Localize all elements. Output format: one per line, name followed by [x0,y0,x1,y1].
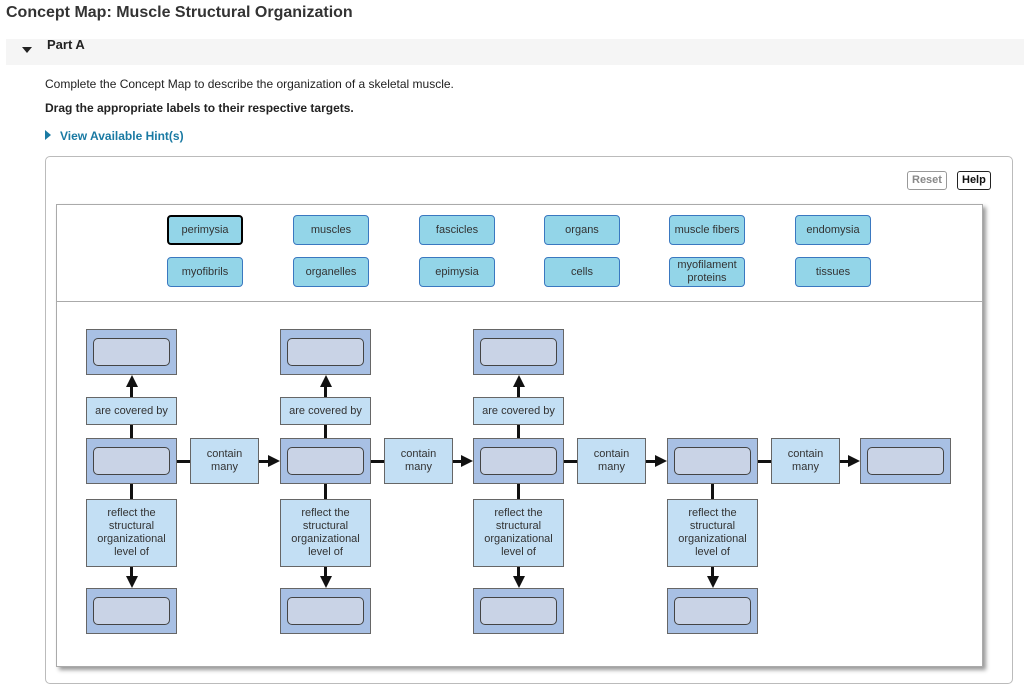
arrow-right-icon [655,455,667,467]
link-contain-many: contain many [577,438,646,484]
connector-line [324,425,327,438]
target-bottom-4[interactable] [667,588,758,634]
draggable-label[interactable]: organs [544,215,620,245]
target-middle-4[interactable] [667,438,758,484]
target-middle-2[interactable] [280,438,371,484]
draggable-label[interactable]: fascicles [419,215,495,245]
draggable-label[interactable]: organelles [293,257,369,287]
arrow-up-icon [125,375,138,387]
arrow-right-icon [461,455,473,467]
label-bank-divider [56,301,982,302]
target-top-2[interactable] [280,329,371,375]
target-bottom-1[interactable] [86,588,177,634]
connector-line [517,484,520,499]
target-middle-5[interactable] [860,438,951,484]
link-reflect: reflect the structural organizational le… [280,499,371,567]
drop-slot[interactable] [480,338,557,366]
link-reflect: reflect the structural organizational le… [86,499,177,567]
arrow-up-icon [319,375,332,387]
draggable-label[interactable]: myofilament proteins [669,257,745,287]
draggable-label[interactable]: epimysia [419,257,495,287]
drop-slot[interactable] [93,338,170,366]
arrow-right-icon [268,455,280,467]
connector-line [564,460,577,463]
drop-slot[interactable] [674,597,751,625]
target-bottom-2[interactable] [280,588,371,634]
draggable-label[interactable]: cells [544,257,620,287]
arrow-right-icon [848,455,860,467]
target-bottom-3[interactable] [473,588,564,634]
link-contain-many: contain many [384,438,453,484]
draggable-label[interactable]: muscle fibers [669,215,745,245]
connector-line [758,460,771,463]
link-contain-many: contain many [771,438,840,484]
instruction-bold: Drag the appropriate labels to their res… [45,101,354,115]
link-covered-by: are covered by [280,397,371,425]
drop-slot[interactable] [867,447,944,475]
link-covered-by: are covered by [473,397,564,425]
view-hints-link[interactable]: View Available Hint(s) [45,129,184,143]
draggable-label[interactable]: endomysia [795,215,871,245]
connector-line [517,425,520,438]
link-reflect: reflect the structural organizational le… [667,499,758,567]
link-reflect: reflect the structural organizational le… [473,499,564,567]
arrow-up-icon [512,375,525,387]
drop-slot[interactable] [480,597,557,625]
target-middle-3[interactable] [473,438,564,484]
connector-line [371,460,384,463]
part-a-header[interactable]: Part A [6,37,1024,65]
target-top-1[interactable] [86,329,177,375]
part-label: Part A [47,37,85,52]
link-contain-many: contain many [190,438,259,484]
connector-line [324,484,327,499]
caret-right-icon [45,130,51,140]
hint-link-text: View Available Hint(s) [60,129,184,143]
connector-line [130,425,133,438]
draggable-label[interactable]: muscles [293,215,369,245]
drop-slot[interactable] [674,447,751,475]
help-button[interactable]: Help [957,171,991,190]
drop-slot[interactable] [93,597,170,625]
target-top-3[interactable] [473,329,564,375]
connector-line [177,460,190,463]
reset-button[interactable]: Reset [907,171,947,190]
instruction-text: Complete the Concept Map to describe the… [45,77,454,91]
page-title: Concept Map: Muscle Structural Organizat… [6,4,353,21]
target-middle-1[interactable] [86,438,177,484]
draggable-label[interactable]: tissues [795,257,871,287]
drop-slot[interactable] [287,447,364,475]
draggable-label[interactable]: myofibrils [167,257,243,287]
caret-down-icon[interactable] [22,47,32,53]
drop-slot[interactable] [93,447,170,475]
connector-line [130,484,133,499]
connector-line [711,484,714,499]
arrow-down-icon [319,576,332,588]
arrow-down-icon [125,576,138,588]
drop-slot[interactable] [480,447,557,475]
drop-slot[interactable] [287,597,364,625]
link-covered-by: are covered by [86,397,177,425]
draggable-label[interactable]: perimysia [167,215,243,245]
drop-slot[interactable] [287,338,364,366]
arrow-down-icon [706,576,719,588]
arrow-down-icon [512,576,525,588]
